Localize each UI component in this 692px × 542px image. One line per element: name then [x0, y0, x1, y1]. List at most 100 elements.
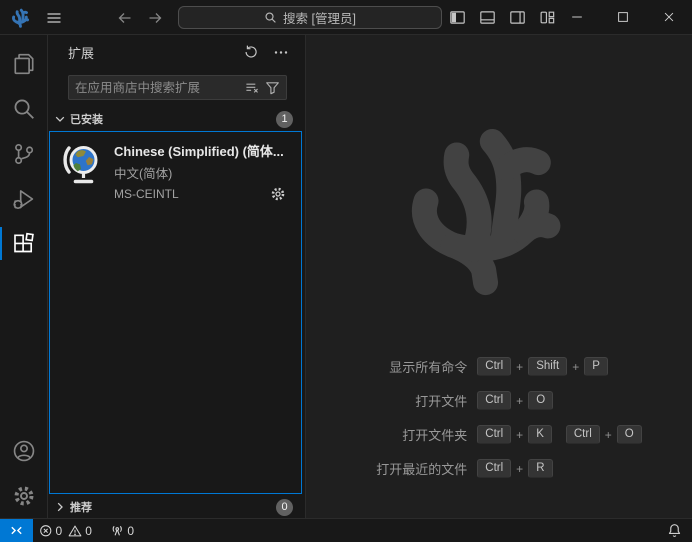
activitybar-spacer	[0, 266, 47, 428]
keybinding-key: Ctrl	[566, 425, 600, 444]
go-back-icon[interactable]	[115, 8, 135, 28]
activitybar-source-control[interactable]	[0, 131, 47, 176]
bell-icon	[667, 523, 682, 538]
shortcut-keys: Ctrl + Shift + P	[477, 357, 641, 376]
shortcut-label: 打开最近的文件	[376, 459, 467, 478]
filter-icon[interactable]	[262, 78, 282, 98]
go-forward-icon[interactable]	[145, 8, 165, 28]
keybinding-key: O	[528, 391, 553, 410]
debug-icon	[12, 187, 36, 211]
chevron-right-icon	[52, 499, 68, 515]
refresh-icon[interactable]	[241, 42, 261, 62]
keybinding-key: K	[528, 425, 552, 444]
editor-area: 显示所有命令Ctrl+Shift+P打开文件Ctrl+O打开文件夹Ctrl+KC…	[306, 35, 692, 518]
extension-item-chinese-simplified[interactable]: Chinese (Simplified) (简体... 中文(简体) MS-CE…	[50, 132, 301, 212]
coral-watermark-icon	[403, 105, 595, 297]
shortcut-label: 打开文件	[415, 391, 467, 410]
extensions-list: Chinese (Simplified) (简体... 中文(简体) MS-CE…	[49, 131, 302, 494]
branch-icon	[12, 142, 36, 166]
warning-count: 0	[85, 524, 92, 538]
search-icon	[264, 11, 277, 24]
plus-separator: +	[516, 428, 523, 442]
ports-count: 0	[127, 524, 134, 538]
layout-controls	[448, 8, 557, 27]
toggle-secondary-sidebar-icon[interactable]	[508, 8, 527, 27]
problems-status[interactable]: 0 0	[33, 519, 98, 542]
files-icon	[12, 52, 36, 76]
extensions-search-input[interactable]	[75, 81, 242, 95]
watermark-shortcuts: 显示所有命令Ctrl+Shift+P打开文件Ctrl+O打开文件夹Ctrl+KC…	[376, 357, 641, 478]
section-installed[interactable]: 已安装 1	[48, 108, 305, 130]
title-bar: 搜索 [管理员]	[0, 0, 692, 35]
broadcast-ports-icon	[110, 523, 125, 538]
section-recommended[interactable]: 推荐 0	[48, 496, 305, 518]
keybinding-key: O	[617, 425, 642, 444]
remote-indicator[interactable]	[0, 519, 33, 542]
extensions-icon	[12, 232, 36, 256]
menu-hamburger-icon[interactable]	[44, 8, 64, 28]
activitybar-accounts[interactable]	[0, 428, 47, 473]
gear-icon	[12, 484, 36, 508]
toggle-primary-sidebar-icon[interactable]	[448, 8, 467, 27]
keybinding-key: P	[584, 357, 608, 376]
keybinding-key: Shift	[528, 357, 567, 376]
activitybar-extensions[interactable]	[0, 221, 47, 266]
section-label: 推荐	[70, 499, 274, 515]
plus-separator: +	[572, 360, 579, 374]
keybinding-key: Ctrl	[477, 357, 511, 376]
plus-separator: +	[605, 428, 612, 442]
activitybar-search[interactable]	[0, 86, 47, 131]
error-count: 0	[56, 524, 63, 538]
keybinding-key: R	[528, 459, 552, 478]
account-icon	[12, 439, 36, 463]
minimize-icon[interactable]	[554, 0, 600, 34]
chevron-down-icon	[52, 111, 68, 127]
activitybar-settings[interactable]	[0, 473, 47, 518]
extension-globe-icon	[60, 141, 104, 189]
plus-separator: +	[516, 394, 523, 408]
extensions-sidebar: 扩展	[48, 35, 306, 518]
sidebar-title: 扩展	[68, 43, 241, 62]
extension-publisher: MS-CEINTL	[114, 187, 269, 201]
shortcut-keys: Ctrl+R	[477, 459, 641, 478]
warning-icon	[68, 524, 82, 538]
recommended-count-badge: 0	[276, 499, 293, 516]
extensions-search-row	[48, 69, 305, 108]
activitybar-explorer[interactable]	[0, 41, 47, 86]
installed-count-badge: 1	[276, 111, 293, 128]
clear-search-results-icon[interactable]	[242, 78, 262, 98]
error-icon	[39, 524, 53, 538]
close-icon[interactable]	[646, 0, 692, 34]
vscode-window: 搜索 [管理员]	[0, 0, 692, 542]
shortcut-label: 显示所有命令	[389, 357, 467, 376]
status-bar: 0 0 0	[0, 518, 692, 542]
section-label: 已安装	[70, 111, 274, 127]
search-icon	[12, 97, 36, 121]
keybinding-key: Ctrl	[477, 459, 511, 478]
keybinding-key: Ctrl	[477, 391, 511, 410]
sidebar-actions	[241, 42, 291, 62]
ports-status[interactable]: 0	[104, 519, 140, 542]
history-navigation	[115, 8, 165, 28]
extensions-search-box	[68, 75, 287, 100]
maximize-icon[interactable]	[600, 0, 646, 34]
app-coral-logo-icon	[11, 6, 33, 28]
toggle-panel-icon[interactable]	[478, 8, 497, 27]
sidebar-header: 扩展	[48, 35, 305, 69]
notifications-bell[interactable]	[657, 519, 692, 542]
statusbar-spacer	[140, 519, 657, 542]
extension-details: Chinese (Simplified) (简体... 中文(简体) MS-CE…	[114, 141, 295, 203]
extension-name: Chinese (Simplified) (简体...	[114, 141, 295, 160]
plus-separator: +	[516, 360, 523, 374]
shortcut-keys: Ctrl + K Ctrl + O	[477, 425, 641, 444]
remote-icon	[9, 523, 24, 538]
manage-extension-gear-icon[interactable]	[269, 185, 287, 203]
command-center-search[interactable]: 搜索 [管理员]	[178, 6, 442, 29]
activitybar-run-debug[interactable]	[0, 176, 47, 221]
extension-description: 中文(简体)	[114, 163, 295, 182]
more-actions-icon[interactable]	[271, 42, 291, 62]
keybinding-key: Ctrl	[477, 425, 511, 444]
window-controls	[554, 0, 692, 34]
workbench: 扩展	[0, 35, 692, 518]
shortcut-label: 打开文件夹	[402, 425, 467, 444]
